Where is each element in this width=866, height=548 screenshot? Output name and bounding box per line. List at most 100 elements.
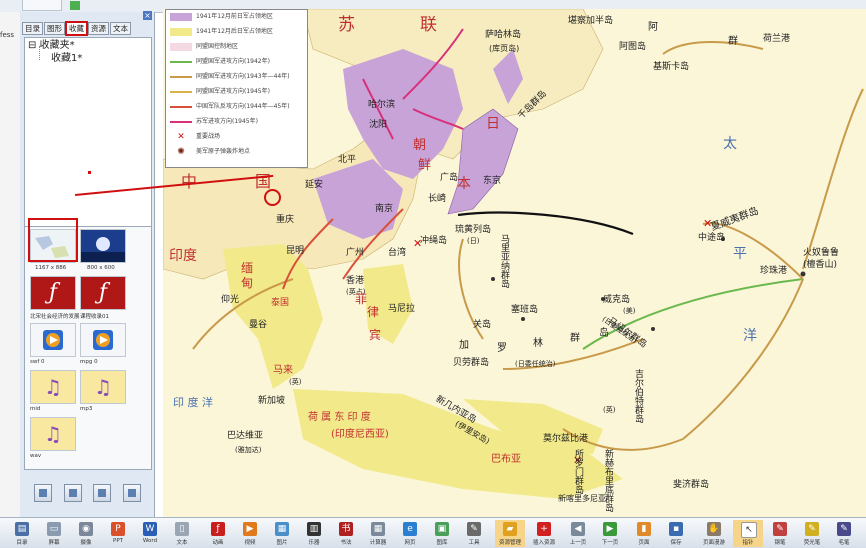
toolbar-button-label: 指针 [742, 540, 754, 546]
toolbar-button-5[interactable]: ▯ 文本 [167, 520, 197, 547]
media-player-icon [43, 330, 63, 350]
map-label-wake: 威克岛 [603, 295, 631, 305]
toolbar-button-0[interactable]: ▤ 目录 [7, 520, 37, 547]
image-tool-button[interactable] [34, 484, 52, 502]
tab-text[interactable]: 文本 [110, 22, 131, 35]
toolbar-button-7[interactable]: ▶ 视频 [235, 520, 265, 547]
map-label-port-moresby: 莫尔兹比港 [543, 434, 589, 444]
toolbar-button-16[interactable]: + 插入资源 [529, 520, 559, 547]
map-label-iwojima: 琉黄列岛 [455, 225, 492, 235]
thumbnail-flash-1[interactable]: ƒ [30, 276, 76, 310]
refresh-button[interactable] [64, 484, 82, 502]
map-label-mandate: (日委任统治) [515, 360, 556, 368]
thumbnail-mp3[interactable]: ♫ [80, 370, 126, 404]
toolbar-button-19[interactable]: ▮ 页面 [629, 520, 659, 547]
close-icon[interactable]: × [143, 11, 152, 20]
map-label-gilbert-note: (英) [603, 406, 616, 414]
toolbar-button-12[interactable]: e 网页 [395, 520, 425, 547]
toolbar-button-23[interactable]: ✎ 钢笔 [765, 520, 795, 547]
document-tab[interactable] [22, 0, 62, 11]
toolbar-button-10[interactable]: 书书法 [331, 520, 361, 547]
map-label-indian-ocean: 印 度 洋 [173, 396, 213, 409]
legend-text: 1941年12月后日军占领地区 [196, 28, 273, 35]
flash-icon: ƒ [211, 522, 225, 536]
map-label-kunming: 昆明 [286, 246, 305, 256]
map-label-papua: 巴布亚 [491, 454, 521, 465]
map-label-dao: 岛 [599, 328, 609, 339]
map-label-xian: 鲜 [418, 158, 432, 173]
thumbnail-caption: mpg 0 [80, 359, 98, 365]
toolbar-button-15[interactable]: ▰ 资源管理 [495, 520, 525, 547]
map-label-wake-note: (美) [623, 307, 636, 315]
toolbar-button-6[interactable]: ƒ 动画 [203, 520, 233, 547]
music-note-icon: ♫ [94, 375, 112, 399]
toolbar-button-13[interactable]: ▣ 图库 [427, 520, 457, 547]
toolbar-button-21[interactable]: ✋ 页面漫游 [699, 520, 729, 547]
tab-graphics[interactable]: 图形 [44, 22, 65, 35]
map-label-lian: 联 [420, 15, 437, 35]
legend-row: ✺ 美军原子弹轰炸地点 [170, 147, 306, 157]
thumbnail-flash-2[interactable]: ƒ [80, 276, 126, 310]
calculator-icon: ▦ [371, 522, 385, 536]
thumbnail-moon[interactable] [80, 229, 126, 263]
toolbar-button-20[interactable]: ▪ 保存 [661, 520, 691, 547]
map-label-su: 苏 [338, 15, 355, 35]
toolbar-button-label: 计算器 [369, 540, 387, 546]
thumbnail-mid[interactable]: ♫ [30, 370, 76, 404]
video-icon: ▶ [243, 522, 257, 536]
thumbnail-swf[interactable] [30, 323, 76, 357]
map-label-honolulu: 火奴鲁鲁 [803, 248, 840, 258]
map-label-mian: 缅 [241, 261, 254, 275]
toolbar-button-1[interactable]: ▭ 屏幕 [39, 520, 69, 547]
browser-icon: e [403, 522, 417, 536]
legend-text: 同盟国军进攻方向(1943年—44年) [196, 73, 290, 80]
insert-icon: + [537, 522, 551, 536]
map-label-batavia: 巴达维亚 [227, 431, 264, 441]
map-label-solomon: 所罗门群岛 [573, 449, 583, 494]
toolbar-button-8[interactable]: ▦ 图片 [267, 520, 297, 547]
legend-text: 苏军进攻方向(1945年) [196, 118, 258, 125]
map-label-tai: 太 [723, 136, 737, 152]
tab-resources[interactable]: 资源 [88, 22, 109, 35]
map-label-india: 印度 [169, 248, 197, 264]
tab-favorites[interactable]: 收藏 [65, 21, 88, 36]
map-label-lv: 律 [367, 305, 380, 319]
tree-item-favorite-1[interactable]: 收藏1* [51, 53, 82, 65]
media-player-icon [93, 330, 113, 350]
thumbnail-wav[interactable]: ♫ [30, 417, 76, 451]
toolbar-button-2[interactable]: ◉ 摄像 [71, 520, 101, 547]
panel-tabs: 目录 图形 收藏 资源 文本 [22, 21, 131, 36]
toolbar-button-9[interactable]: ▥ 乐器 [299, 520, 329, 547]
thumbnail-caption: mid [30, 406, 41, 412]
collapse-toggle-icon[interactable]: ⊟ [28, 40, 36, 51]
map-label-gilbert: 吉尔伯特群岛 [633, 369, 643, 423]
toolbar-button-18[interactable]: ▶ 下一页 [595, 520, 625, 547]
thumbnail-caption: mp3 [80, 406, 93, 412]
map-label-hiroshima: 广岛 [440, 173, 459, 183]
edit-button[interactable] [93, 484, 111, 502]
map-label-indonesia: (印度尼西亚) [331, 429, 389, 440]
legend-swatch [170, 91, 192, 93]
properties-button[interactable] [123, 484, 141, 502]
thumbnail-mpg[interactable] [80, 323, 126, 357]
toolbar-button-14[interactable]: ✎ 工具 [459, 520, 489, 547]
tree-item-favorites-root[interactable]: ⊟ 收藏夹* [28, 40, 75, 52]
toolbar-button-25[interactable]: ✎ 毛笔 [829, 520, 859, 547]
toolbar-button-4[interactable]: W Word [135, 520, 165, 547]
toolbar-button-24[interactable]: ✎ 荧光笔 [797, 520, 827, 547]
map-label-dian: 甸 [241, 276, 254, 290]
prev-page-icon: ◀ [571, 522, 585, 536]
map-label-singapore: 新加坡 [258, 396, 286, 406]
image-icon [39, 489, 47, 497]
tab-catalog[interactable]: 目录 [22, 22, 43, 35]
toolbar-button-label: 上一页 [569, 540, 587, 546]
toolbar-button-label: 工具 [468, 540, 480, 546]
map-label-saipan: 塞班岛 [511, 305, 539, 315]
toolbar-button-17[interactable]: ◀ 上一页 [563, 520, 593, 547]
toolbar-button-3[interactable]: P PPT [103, 520, 133, 547]
map-label-pearl-harbor: 珍珠港 [760, 266, 788, 276]
map-label-fiji: 斐济群岛 [673, 480, 710, 490]
toolbar-button-22[interactable]: ↖ 指针 [733, 520, 763, 547]
toolbar-button-11[interactable]: ▦ 计算器 [363, 520, 393, 547]
map-label-kiska: 基斯卡岛 [653, 62, 690, 72]
